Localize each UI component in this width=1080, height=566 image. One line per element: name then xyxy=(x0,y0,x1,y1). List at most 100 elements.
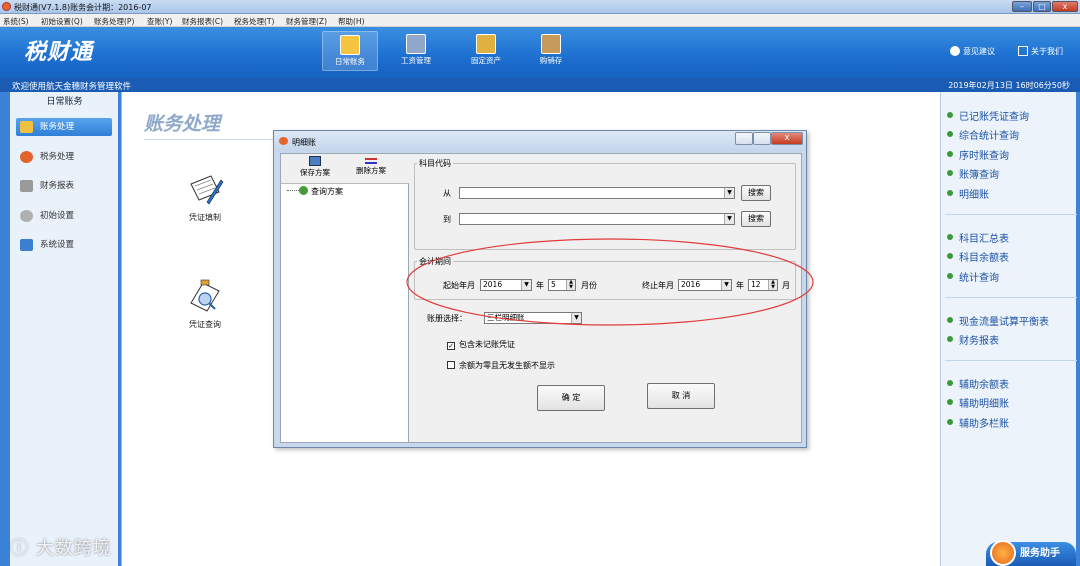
watermark: ⓘ 大数跨境 xyxy=(10,538,112,559)
home-icon xyxy=(1018,46,1028,56)
sidebar-item-system-settings[interactable]: 系统设置 xyxy=(16,236,112,254)
settings-icon xyxy=(20,210,33,222)
delete-scheme-button[interactable]: 删除方案 xyxy=(347,156,395,176)
ok-button[interactable]: 确 定 xyxy=(537,385,605,411)
feedback-link[interactable]: 意见建议 xyxy=(950,46,995,57)
tax-icon xyxy=(20,151,33,163)
dialog-minimize-button[interactable] xyxy=(735,132,753,145)
start-year-combo[interactable]: 2016 ▼ xyxy=(480,279,532,291)
toolbar-fixed-assets[interactable]: 固定资产 xyxy=(458,31,514,71)
book-select-combo[interactable]: 三栏明细账 ▼ xyxy=(484,312,582,324)
subject-from-combo[interactable]: ▼ xyxy=(459,187,735,199)
tree-line xyxy=(287,190,299,191)
sidebar-item-accounting[interactable]: 账务处理 xyxy=(16,118,112,136)
dialog-app-icon xyxy=(279,137,288,145)
minimize-button[interactable]: – xyxy=(1012,1,1032,12)
tree-node-query-scheme[interactable]: 查询方案 xyxy=(287,186,343,197)
app-logo: 税财通 xyxy=(24,39,94,65)
save-scheme-button[interactable]: 保存方案 xyxy=(291,156,339,178)
menu-accounting[interactable]: 账务处理(P) xyxy=(94,16,134,27)
tile-voucher-query[interactable]: 凭证查询 xyxy=(170,275,240,330)
start-month-spinner[interactable]: 5 ▲ ▼ xyxy=(548,279,576,291)
right-panel-edge xyxy=(1076,92,1080,566)
menu-check-accounts[interactable]: 查账(Y) xyxy=(147,16,172,27)
link-books-query[interactable]: 账簿查询 xyxy=(947,166,999,181)
window-titlebar: 税财通(V7.1.8)账务会计期：2016-07 – □ x xyxy=(0,0,1080,14)
system-icon xyxy=(20,239,33,251)
sidebar-item-init-settings[interactable]: 初始设置 xyxy=(16,207,112,225)
end-year-combo[interactable]: 2016 ▼ xyxy=(678,279,732,291)
service-assistant-button[interactable]: 服务助手 xyxy=(986,540,1076,566)
dialog-close-button[interactable]: x xyxy=(771,132,803,145)
bullet-icon xyxy=(947,234,953,240)
dialog-maximize-button[interactable] xyxy=(753,132,771,145)
menu-system[interactable]: 系统(S) xyxy=(3,16,29,27)
link-cashflow-trial[interactable]: 现金流量试算平衡表 xyxy=(947,313,1049,328)
bullet-icon xyxy=(947,170,953,176)
sidebar-item-reports[interactable]: 财务报表 xyxy=(16,177,112,195)
link-financial-reports[interactable]: 财务报表 xyxy=(947,332,999,347)
bullet-icon xyxy=(947,112,953,118)
save-icon xyxy=(309,156,321,166)
link-posted-voucher-query[interactable]: 已记账凭证查询 xyxy=(947,108,1029,123)
sidebar-item-tax[interactable]: 税务处理 xyxy=(16,148,112,166)
link-aux-balance[interactable]: 辅助余额表 xyxy=(947,376,1009,391)
menu-bar: 系统(S) 初始设置(Q) 账务处理(P) 查账(Y) 财务报表(C) 税务处理… xyxy=(0,14,1080,27)
ledger-icon xyxy=(340,35,360,55)
chevron-down-icon: ▼ xyxy=(521,280,531,290)
subject-to-combo[interactable]: ▼ xyxy=(459,213,735,225)
title-divider xyxy=(144,139,274,140)
menu-tax[interactable]: 税务处理(T) xyxy=(234,16,274,27)
bullet-icon xyxy=(947,399,953,405)
include-unposted-checkbox[interactable]: ✓ 包含未记账凭证 xyxy=(447,339,515,350)
menu-help[interactable]: 帮助(H) xyxy=(338,16,365,27)
datetime-text: 2019年02月13日 16时06分50秒 xyxy=(948,81,1070,90)
tile-voucher-entry[interactable]: 凭证填制 xyxy=(170,170,240,223)
sidebar-section-title: 日常账务 xyxy=(46,97,83,107)
link-comprehensive-stats[interactable]: 综合统计查询 xyxy=(947,127,1019,142)
link-subject-balance[interactable]: 科目余额表 xyxy=(947,249,1009,264)
toolbar-payroll[interactable]: 工资管理 xyxy=(388,31,444,71)
right-panel-divider xyxy=(945,214,1077,215)
link-aux-multicolumn[interactable]: 辅助多栏账 xyxy=(947,415,1009,430)
close-button[interactable]: x xyxy=(1052,1,1078,12)
feedback-icon xyxy=(950,46,960,56)
maximize-button[interactable]: □ xyxy=(1033,1,1051,12)
assets-icon xyxy=(476,34,496,54)
period-group: 会计期间 xyxy=(414,256,796,300)
menu-financial-reports[interactable]: 财务报表(C) xyxy=(182,16,223,27)
chevron-down-icon: ▼ xyxy=(724,188,734,198)
about-link[interactable]: 关于我们 xyxy=(1018,46,1063,57)
app-header: 税财通 日常账务 工资管理 固定资产 购销存 意见建议 关于我们 xyxy=(0,27,1080,78)
menu-init-settings[interactable]: 初始设置(Q) xyxy=(41,16,83,27)
chevron-down-icon: ▼ xyxy=(721,280,731,290)
link-aux-detail[interactable]: 辅助明细账 xyxy=(947,395,1009,410)
window-title: 税财通(V7.1.8)账务会计期：2016-07 xyxy=(14,3,152,12)
sidebar-frame-right xyxy=(118,92,121,566)
inventory-icon xyxy=(541,34,561,54)
bullet-icon xyxy=(947,151,953,157)
assistant-icon xyxy=(990,540,1016,566)
search-to-button[interactable]: 搜索 xyxy=(741,211,771,227)
checkbox-unchecked-icon xyxy=(447,361,455,369)
menu-finance-management[interactable]: 财务管理(Z) xyxy=(286,16,327,27)
book-select-label: 账册选择： xyxy=(427,314,467,323)
bullet-icon xyxy=(947,419,953,425)
link-detail-ledger[interactable]: 明细账 xyxy=(947,186,989,201)
spinner-arrows-icon: ▲ ▼ xyxy=(768,280,777,290)
dialog-body: 保存方案 删除方案 查询方案 科目代码 从 ▼ 搜索 到 ▼ 搜索 会计期间 起… xyxy=(280,153,802,443)
scheme-toolbar: 保存方案 删除方案 xyxy=(281,154,409,184)
link-statistics-query[interactable]: 统计查询 xyxy=(947,269,999,284)
right-panel-divider xyxy=(945,360,1077,361)
cancel-button[interactable]: 取 消 xyxy=(647,383,715,409)
bullet-icon xyxy=(947,380,953,386)
status-bar: 欢迎使用航天金穗财务管理软件 2019年02月13日 16时06分50秒 xyxy=(0,78,1080,92)
end-month-spinner[interactable]: 12 ▲ ▼ xyxy=(748,279,778,291)
link-subject-summary[interactable]: 科目汇总表 xyxy=(947,230,1009,245)
hide-zero-balance-checkbox[interactable]: 余额为零且无发生额不显示 xyxy=(447,360,555,371)
link-journal-query[interactable]: 序时账查询 xyxy=(947,147,1009,162)
toolbar-inventory[interactable]: 购销存 xyxy=(523,31,579,71)
toolbar-daily-accounts[interactable]: 日常账务 xyxy=(322,31,378,71)
spinner-arrows-icon: ▲ ▼ xyxy=(566,280,575,290)
search-from-button[interactable]: 搜索 xyxy=(741,185,771,201)
